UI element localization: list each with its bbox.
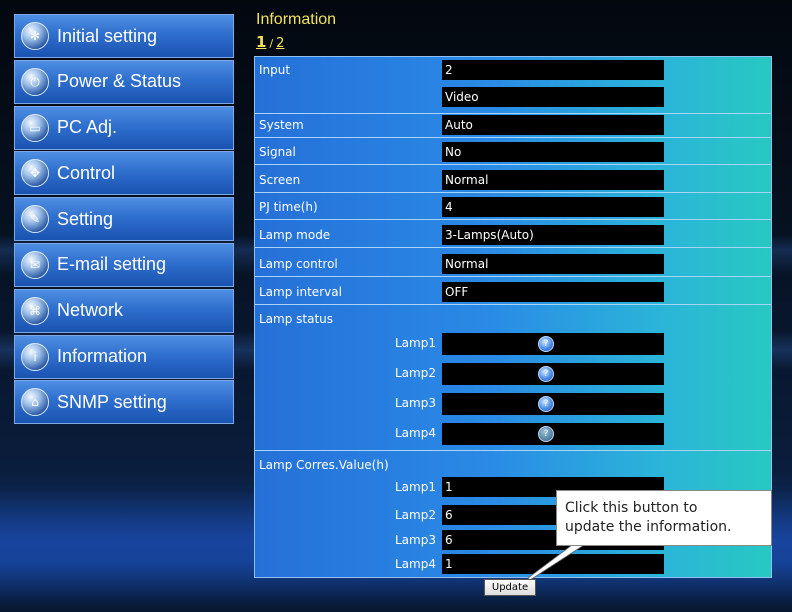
input-label: Input xyxy=(259,63,291,77)
sidebar-item-label: SNMP setting xyxy=(57,391,167,412)
power-icon: ⏻ xyxy=(21,67,49,96)
lamp-mode-value: 3-Lamps(Auto) xyxy=(442,225,664,245)
pager-separator: / xyxy=(269,37,274,50)
update-button[interactable]: Update xyxy=(484,579,536,596)
lamp4-status-label: Lamp4 xyxy=(395,426,436,440)
divider xyxy=(255,450,771,451)
divider xyxy=(255,113,771,114)
divider xyxy=(255,137,771,138)
lamp-on-bulb-icon: ? xyxy=(538,336,554,352)
sidebar-item-label: E-mail setting xyxy=(57,254,167,275)
pager-current: 1 xyxy=(256,33,267,51)
callout-line-1: Click this button to xyxy=(565,500,698,516)
lamp-mode-label: Lamp mode xyxy=(259,228,331,242)
lamp4-corres-label: Lamp4 xyxy=(395,557,436,571)
lamp2-status-box: ? xyxy=(442,363,664,385)
envelope-icon: ✉ xyxy=(21,250,49,279)
lamp2-corres-label: Lamp2 xyxy=(395,508,436,522)
dpad-icon: ✥ xyxy=(21,159,49,188)
pager-next-link[interactable]: 2 xyxy=(276,36,284,51)
lamp-status-label: Lamp status xyxy=(259,312,334,326)
sidebar-item-email-setting[interactable]: ✉ E-mail setting xyxy=(14,242,234,287)
screen-label: Screen xyxy=(259,173,301,187)
callout-tooltip: Click this button to update the informat… xyxy=(556,490,772,546)
system-label: System xyxy=(259,118,304,132)
lamp-off-bulb-icon: ? xyxy=(538,426,554,442)
divider xyxy=(255,164,771,165)
divider xyxy=(255,219,771,220)
lamp3-corres-label: Lamp3 xyxy=(395,533,436,547)
sidebar-item-label: Information xyxy=(57,346,148,367)
wrench-icon: ✎ xyxy=(21,205,49,234)
sidebar-item-label: Control xyxy=(57,162,116,183)
sidebar-item-control[interactable]: ✥ Control xyxy=(14,151,234,196)
callout-line-2: update the information. xyxy=(565,519,732,535)
divider xyxy=(255,304,771,305)
monitor-icon: ▭ xyxy=(21,113,49,142)
lamp-interval-label: Lamp interval xyxy=(259,285,342,299)
divider xyxy=(255,192,771,193)
sidebar-item-power-status[interactable]: ⏻ Power & Status xyxy=(14,59,234,104)
lamp1-corres-label: Lamp1 xyxy=(395,480,436,494)
input-source-value: Video xyxy=(442,87,664,107)
sidebar-item-initial-setting[interactable]: ✻ Initial setting xyxy=(14,14,234,58)
sidebar-item-label: Network xyxy=(57,300,124,321)
divider xyxy=(255,247,771,248)
lamp1-status-box: ? xyxy=(442,333,664,355)
sidebar-item-setting[interactable]: ✎ Setting xyxy=(14,197,234,242)
lamp-corres-label: Lamp Corres.Value(h) xyxy=(259,458,389,472)
lamp3-status-box: ? xyxy=(442,393,664,415)
screen-value: Normal xyxy=(442,170,664,190)
lamp-control-label: Lamp control xyxy=(259,257,338,271)
lamp4-corres-value: 1 xyxy=(442,554,664,574)
sidebar-item-label: Power & Status xyxy=(57,71,182,92)
signal-label: Signal xyxy=(259,145,296,159)
divider xyxy=(255,276,771,277)
snmp-icon: ⌂ xyxy=(21,388,49,417)
sidebar-item-label: Setting xyxy=(57,208,114,229)
sidebar-item-pc-adj[interactable]: ▭ PC Adj. xyxy=(14,105,234,150)
sidebar-nav: ✻ Initial setting ⏻ Power & Status ▭ PC … xyxy=(14,14,234,426)
pj-time-label: PJ time(h) xyxy=(259,200,318,214)
sidebar-item-network[interactable]: ⌘ Network xyxy=(14,288,234,333)
lamp3-status-label: Lamp3 xyxy=(395,396,436,410)
info-icon: i xyxy=(21,342,49,371)
system-value: Auto xyxy=(442,115,664,135)
sidebar-item-information[interactable]: i Information xyxy=(14,334,234,379)
sidebar-item-label: PC Adj. xyxy=(57,117,118,138)
sidebar-item-snmp-setting[interactable]: ⌂ SNMP setting xyxy=(14,380,234,425)
lamp1-status-label: Lamp1 xyxy=(395,336,436,350)
lamp-on-bulb-icon: ? xyxy=(538,396,554,412)
input-value: 2 xyxy=(442,60,664,80)
sidebar-item-label: Initial setting xyxy=(57,25,158,46)
gear-icon: ✻ xyxy=(21,22,49,50)
signal-value: No xyxy=(442,142,664,162)
lamp4-status-box: ? xyxy=(442,423,664,445)
lamp-interval-value: OFF xyxy=(442,282,664,302)
page-title: Information xyxy=(256,11,337,28)
pager: 1/2 xyxy=(256,33,284,51)
network-icon: ⌘ xyxy=(21,296,49,325)
lamp-on-bulb-icon: ? xyxy=(538,366,554,382)
lamp2-status-label: Lamp2 xyxy=(395,366,436,380)
pj-time-value: 4 xyxy=(442,197,664,217)
lamp-control-value: Normal xyxy=(442,254,664,274)
